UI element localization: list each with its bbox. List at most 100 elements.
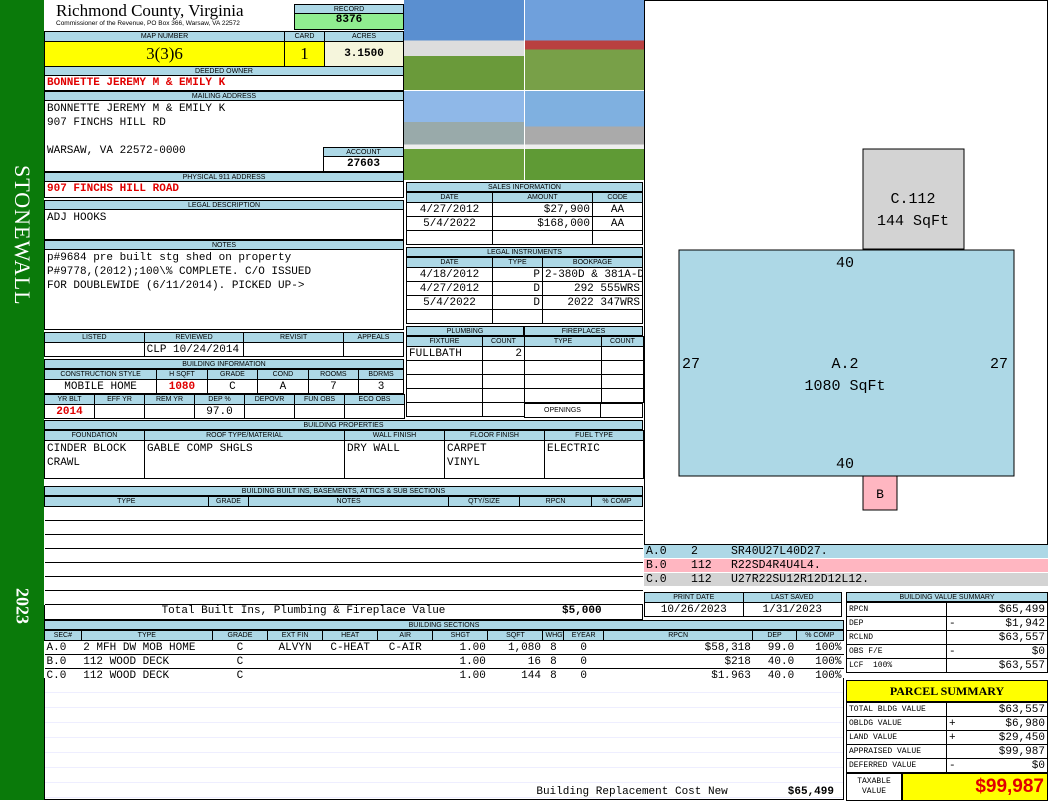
sections-cell: 2 MFH DW MOB HOME [81, 640, 213, 655]
builtins-row [44, 506, 643, 521]
instruments-cell: D [492, 295, 543, 310]
fireplaces-col-header: TYPE [524, 336, 602, 347]
legal-notes-block: LEGAL DESCRIPTION ADJ HOOKS NOTES p#9684… [44, 200, 404, 330]
property-header: FLOOR FINISH [444, 430, 545, 441]
building-info-value: 3 [358, 379, 404, 394]
builtins-row [44, 576, 643, 591]
tax-year: 2023 [12, 588, 33, 624]
building-info-header: COND [257, 369, 309, 380]
listed-label: LISTED [44, 332, 145, 343]
builtins-cell [591, 534, 643, 549]
sketch-code-row[interactable]: C.0 112 U27R22SU12R12D12L12. [644, 573, 1048, 587]
plumbing-cell: FULLBATH [406, 346, 483, 361]
deeded-owner: BONNETTE JEREMY M & EMILY K [44, 76, 404, 91]
sections-col-header: DEP [752, 630, 797, 641]
instruments-row: 4/18/2012 P 2-380D & 381A-D [406, 267, 643, 282]
property-photo[interactable] [404, 90, 524, 180]
plumbing-cell [406, 388, 483, 403]
sections-col-header: GRADE [211, 630, 269, 641]
instruments-row: 5/4/2022 D 2022 347WRS [406, 295, 643, 310]
builtins-cell [519, 576, 592, 591]
summary-value: $63,557 [962, 702, 1048, 717]
instruments-cell: 5/4/2022 [406, 295, 493, 310]
record-number: 8376 [294, 14, 404, 30]
summary-row: RCLND $63,557 [846, 630, 1048, 645]
building-info-value [94, 404, 145, 419]
listed [44, 342, 145, 357]
builtins-cell [448, 506, 520, 521]
dim-left: 27 [682, 356, 700, 373]
sections-cell: 16 [487, 654, 543, 669]
last-saved: 1/31/2023 [742, 602, 842, 617]
sections-cell: $58,318 [603, 640, 753, 655]
summary-sign: - [946, 644, 963, 659]
building-info-header: BDRMS [358, 369, 404, 380]
sketch-code-path: SR40U27L40D27. [731, 545, 828, 558]
fireplaces-cell [524, 360, 602, 375]
summary-row: OBS F/E - $0 [846, 644, 1048, 659]
summary-label: OBS F/E [846, 644, 947, 659]
sketch-code-sec: A.0 [646, 545, 667, 558]
sales-cell: $27,900 [492, 202, 593, 217]
plumbing-cell [406, 360, 483, 375]
sketch-code-row[interactable]: B.0 112 R22SD4R4U4L4. [644, 559, 1048, 573]
summary-sign [946, 630, 963, 645]
fireplaces-row [524, 360, 644, 375]
sections-cell: 0 [563, 640, 604, 655]
property-photos [404, 0, 644, 180]
summary-value: $0 [962, 758, 1048, 773]
value-summary-label: BUILDING VALUE SUMMARY [846, 592, 1048, 602]
area-b-name: B [876, 487, 884, 502]
building-info-header: YR BLT [44, 394, 95, 405]
builtins-cell [519, 506, 592, 521]
sales-col-header: DATE [406, 192, 493, 203]
sales-row: 5/4/2022 $168,000 AA [406, 216, 643, 231]
building-sketch[interactable]: C.112 144 SqFt A.2 1080 SqFt 40 40 27 27… [644, 0, 1048, 545]
building-properties-block: BUILDING PROPERTIES FOUNDATION ROOF TYPE/… [44, 420, 644, 479]
building-info-value: 1080 [156, 379, 208, 394]
builtins-cell [248, 520, 449, 535]
building-info-header: ECO OBS [344, 394, 405, 405]
building-info-value [294, 404, 345, 419]
sections-col-header: % COMP [795, 630, 845, 641]
plumbing-row [406, 360, 525, 375]
parcel-id-block: MAP NUMBER CARD ACRES 3(3)6 1 3.1500 [44, 31, 404, 67]
map-number: 3(3)6 [44, 41, 285, 67]
summary-value: $99,987 [962, 744, 1048, 759]
plumbing-row [406, 388, 525, 403]
acres: 3.1500 [324, 41, 404, 67]
property-photo[interactable] [524, 90, 644, 180]
summary-label: OBLDG VALUE [846, 716, 947, 731]
builtins-row [44, 590, 643, 605]
builtins-cell [519, 590, 592, 605]
sketch-code-row[interactable]: A.0 2 SR40U27L40D27. [644, 545, 1048, 559]
builtins-cell [591, 590, 643, 605]
property-value: ELECTRIC [544, 440, 644, 479]
builtins-cell [448, 576, 520, 591]
summary-row: TOTAL BLDG VALUE $63,557 [846, 702, 1048, 717]
property-value: CINDER BLOCK CRAWL [44, 440, 145, 479]
property-photo[interactable] [524, 0, 644, 90]
sections-cell: 1,080 [487, 640, 543, 655]
summary-value: $63,557 [962, 658, 1048, 673]
sketch-code-code: 112 [691, 559, 712, 572]
fireplaces-row [524, 388, 644, 403]
builtins-cell [208, 576, 249, 591]
plumbing-col-header: FIXTURE [406, 336, 483, 347]
builtins-row [44, 548, 643, 563]
sections-col-header: SEC# [44, 630, 82, 641]
sales-label: SALES INFORMATION [406, 182, 643, 192]
revisit-label: REVISIT [243, 332, 344, 343]
summary-label: RCLND [846, 630, 947, 645]
building-info-label: BUILDING INFORMATION [44, 359, 404, 369]
openings [600, 403, 643, 418]
sections-col-header: HEAT [322, 630, 379, 641]
building-info-value: 97.0 [194, 404, 245, 419]
property-header: FOUNDATION [44, 430, 145, 441]
sketch-code-code: 2 [691, 545, 698, 558]
summary-value: $29,450 [962, 730, 1048, 745]
plumbing-col-header: COUNT [482, 336, 525, 347]
property-photo[interactable] [404, 0, 524, 90]
notes-text: p#9684 pre built stg shed on property P#… [44, 250, 404, 330]
summary-sign: - [946, 616, 963, 631]
